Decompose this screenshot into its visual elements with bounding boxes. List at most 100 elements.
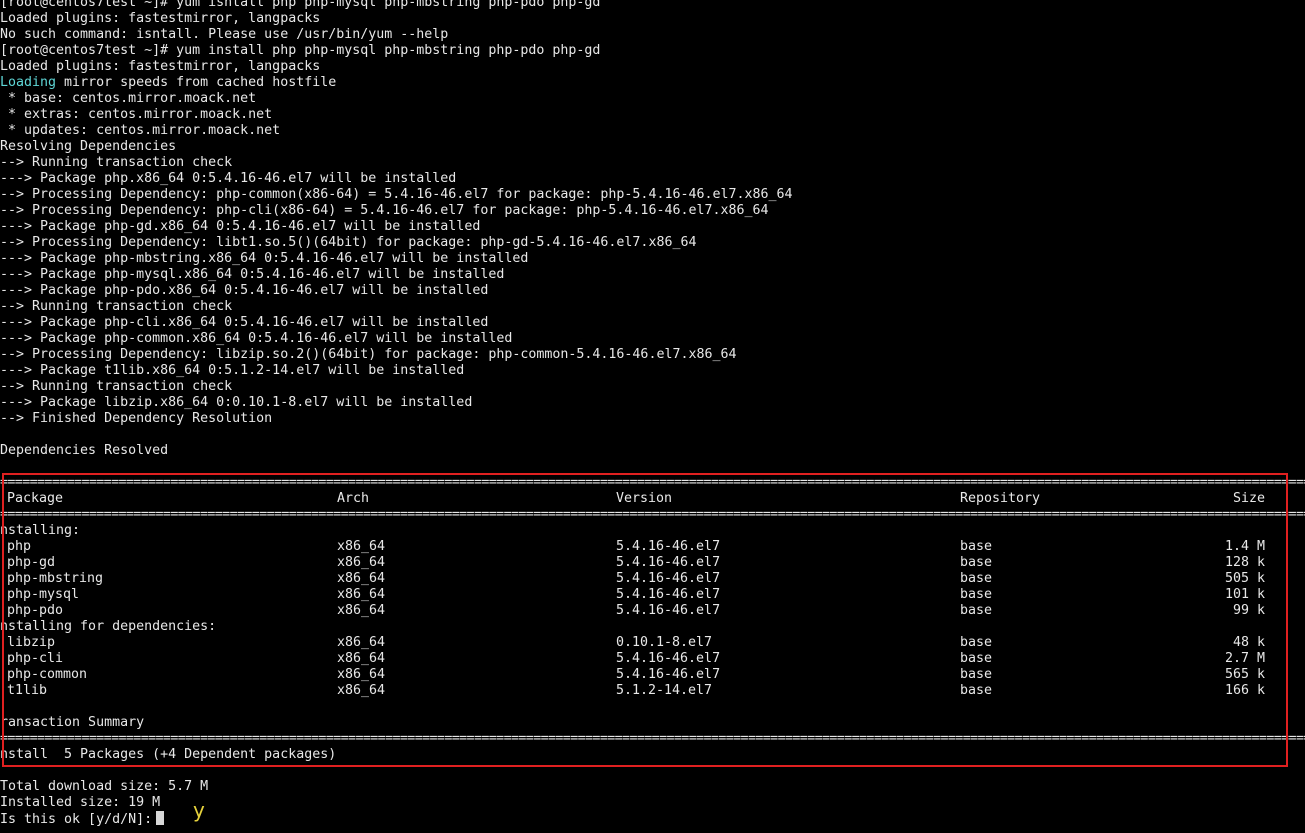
output-line: ---> Package php.x86_64 0:5.4.16-46.el7 … [0,171,457,186]
output-line: [root@centos7test ~]# yum install php ph… [0,43,601,58]
typed-answer: y [193,798,205,822]
size-cell: 48 k [1232,635,1265,650]
header-package: Package [7,491,64,506]
table-row: php-pdo x86_64 5.4.16-46.el7 base 99 k [0,603,1305,619]
table-separator [0,731,1305,747]
output-line: --> Running transaction check [0,379,233,394]
total-download-size: Total download size: 5.7 M [0,779,209,794]
repository-cell: base [960,651,993,666]
arch-cell: x86_64 [337,555,386,570]
size-cell: 2.7 M [1224,651,1265,666]
arch-cell: x86_64 [337,651,386,666]
output-line: ---> Package t1lib.x86_64 0:5.1.2-14.el7… [0,363,465,378]
prompt-text: Is this ok [y/d/N]: [0,812,153,827]
size-cell: 101 k [1224,587,1265,602]
arch-cell: x86_64 [337,603,386,618]
table-row: php x86_64 5.4.16-46.el7 base 1.4 M [0,539,1305,555]
arch-cell: x86_64 [337,683,386,698]
terminal-output: [root@centos7test ~]# yum isntall php ph… [0,0,1305,827]
package-cell: php [7,539,32,554]
size-cell: 505 k [1224,571,1265,586]
version-cell: 5.4.16-46.el7 [616,539,721,554]
arch-cell: x86_64 [337,635,386,650]
output-line: ---> Package libzip.x86_64 0:0.10.1-8.el… [0,395,473,410]
table-row: php-mbstring x86_64 5.4.16-46.el7 base 505 k [0,571,1305,587]
output-line: --> Running transaction check [0,155,233,170]
output-line: * extras: centos.mirror.moack.net [0,107,273,122]
output-line: ---> Package php-cli.x86_64 0:5.4.16-46.… [0,315,489,330]
header-version: Version [616,491,673,506]
package-cell: php-pdo [7,603,64,618]
version-cell: 5.4.16-46.el7 [616,651,721,666]
output-line: ---> Package php-mysql.x86_64 0:5.4.16-4… [0,267,505,282]
output-line: --> Processing Dependency: php-common(x8… [0,187,793,202]
output-line: Resolving Dependencies [0,139,177,154]
version-cell: 5.4.16-46.el7 [616,571,721,586]
version-cell: 5.4.16-46.el7 [616,603,721,618]
package-cell: t1lib [7,683,48,698]
output-line: --> Finished Dependency Resolution [0,411,273,426]
table-header-row: Package Arch Version Repository Size [0,491,1305,507]
table-row: php-cli x86_64 5.4.16-46.el7 base 2.7 M [0,651,1305,667]
package-cell: php-cli [7,651,64,666]
table-row: php-gd x86_64 5.4.16-46.el7 base 128 k [0,555,1305,571]
package-cell: php-mbstring [7,571,104,586]
table-separator [0,507,1305,523]
size-cell: 565 k [1224,667,1265,682]
version-cell: 5.4.16-46.el7 [616,587,721,602]
header-arch: Arch [337,491,370,506]
table-separator [0,475,1305,491]
repository-cell: base [960,571,993,586]
arch-cell: x86_64 [337,587,386,602]
output-line: ---> Package php-pdo.x86_64 0:5.4.16-46.… [0,283,489,298]
arch-cell: x86_64 [337,539,386,554]
size-cell: 128 k [1224,555,1265,570]
output-line: No such command: isntall. Please use /us… [0,27,449,42]
repository-cell: base [960,603,993,618]
size-cell: 166 k [1224,683,1265,698]
dependency-rows: libzip x86_64 0.10.1-8.el7 base 48 k php-cli x… [0,635,1305,699]
output-line: Loaded plugins: fastestmirror, langpacks [0,11,321,26]
installing-rows: php x86_64 5.4.16-46.el7 base 1.4 M php-gd x86… [0,539,1305,619]
size-cell: 99 k [1232,603,1265,618]
header-repository: Repository [960,491,1041,506]
table-row: libzip x86_64 0.10.1-8.el7 base 48 k [0,635,1305,651]
table-row: t1lib x86_64 5.1.2-14.el7 base 166 k [0,683,1305,699]
output-line: ---> Package php-common.x86_64 0:5.4.16-… [0,331,513,346]
loading-word: Loading [0,75,57,90]
output-line: ---> Package php-gd.x86_64 0:5.4.16-46.e… [0,219,481,234]
package-cell: php-mysql [7,587,80,602]
arch-cell: x86_64 [337,571,386,586]
output-line: --> Running transaction check [0,299,233,314]
output-line: --> Processing Dependency: libt1.so.5()(… [0,235,697,250]
loading-rest: mirror speeds from cached hostfile [56,75,337,90]
repository-cell: base [960,555,993,570]
repository-cell: base [960,683,993,698]
repository-cell: base [960,667,993,682]
arch-cell: x86_64 [337,667,386,682]
installing-section-label: nstalling: [0,523,81,538]
dependencies-table: Package Arch Version Repository Size nst… [0,475,1305,763]
output-line: * updates: centos.mirror.moack.net [0,123,281,138]
table-row: php-common x86_64 5.4.16-46.el7 base 565 k [0,667,1305,683]
terminal-cursor[interactable] [156,811,165,825]
table-row: php-mysql x86_64 5.4.16-46.el7 base 101 k [0,587,1305,603]
output-line: Loaded plugins: fastestmirror, langpacks [0,59,321,74]
transaction-summary-label: ransaction Summary [0,715,145,730]
version-cell: 0.10.1-8.el7 [616,635,713,650]
repository-cell: base [960,587,993,602]
package-cell: php-gd [7,555,56,570]
version-cell: 5.1.2-14.el7 [616,683,713,698]
terminal-window[interactable]: { "lines_top": [ "[root@centos7test ~]# … [0,0,1305,833]
repository-cell: base [960,635,993,650]
output-line: --> Processing Dependency: libzip.so.2()… [0,347,737,362]
output-line: [root@centos7test ~]# yum isntall php ph… [0,0,601,10]
version-cell: 5.4.16-46.el7 [616,667,721,682]
loading-line: Loading mirror speeds from cached hostfi… [0,75,1305,91]
version-cell: 5.4.16-46.el7 [616,555,721,570]
header-size: Size [1232,491,1265,506]
repository-cell: base [960,539,993,554]
